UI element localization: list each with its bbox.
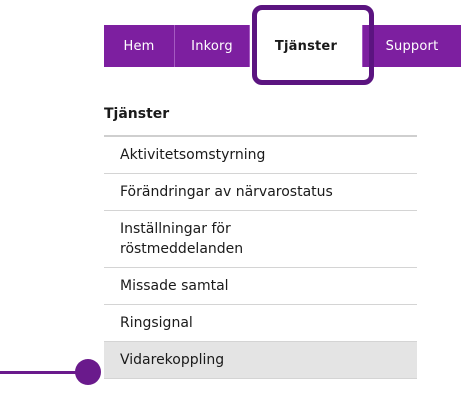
menu-item-label: Ringsignal	[120, 315, 193, 331]
menu-item-rostmeddelanden[interactable]: Inställningar för röstmeddelanden	[104, 211, 417, 268]
menu-item-label: Förändringar av närvarostatus	[120, 184, 333, 200]
tab-support[interactable]: Support	[363, 25, 461, 67]
menu-item-ringsignal[interactable]: Ringsignal	[104, 305, 417, 342]
services-menu: Aktivitetsomstyrning Förändringar av när…	[104, 135, 417, 379]
tab-label: Hem	[123, 38, 155, 54]
menu-item-narvarostatus[interactable]: Förändringar av närvarostatus	[104, 174, 417, 211]
menu-item-label: Aktivitetsomstyrning	[120, 147, 266, 163]
tab-label: Inkorg	[191, 38, 233, 54]
menu-item-vidarekoppling[interactable]: Vidarekoppling	[104, 342, 417, 379]
menu-item-label: Vidarekoppling	[120, 352, 225, 368]
menu-item-label: Missade samtal	[120, 278, 229, 294]
tab-label: Support	[385, 38, 439, 54]
callout-pointer-line	[0, 371, 80, 374]
section-title: Tjänster	[104, 106, 170, 122]
menu-item-missade-samtal[interactable]: Missade samtal	[104, 268, 417, 305]
tab-hem[interactable]: Hem	[104, 25, 175, 67]
menu-item-aktivitetsomstyrning[interactable]: Aktivitetsomstyrning	[104, 137, 417, 174]
callout-pointer-dot	[75, 359, 101, 385]
menu-item-label: Inställningar för röstmeddelanden	[120, 221, 244, 257]
tab-inkorg[interactable]: Inkorg	[175, 25, 250, 67]
active-tab-highlight	[252, 5, 374, 85]
